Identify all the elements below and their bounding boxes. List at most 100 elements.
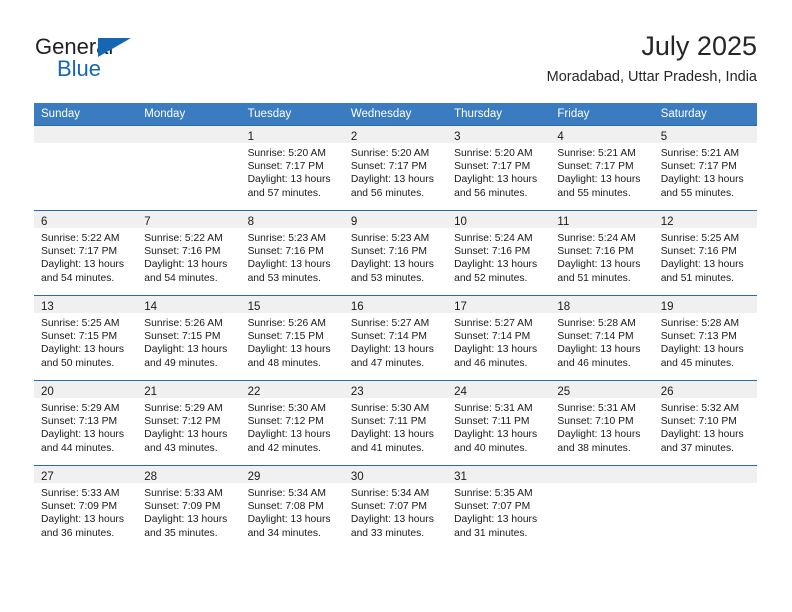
sunrise-text: Sunrise: 5:30 AM bbox=[247, 403, 326, 414]
day-details: Sunrise: 5:22 AM Sunset: 7:17 PM Daylight:… bbox=[34, 228, 137, 285]
daylight-text: Daylight: 13 hours and 54 minutes. bbox=[144, 259, 228, 284]
day-number-band: 9 bbox=[343, 211, 448, 228]
day-number: 1 bbox=[247, 131, 254, 143]
day-cell-content: 10 Sunrise: 5:24 AM Sunset: 7:16 PM Dayligh… bbox=[447, 211, 551, 295]
calendar-week-row: 27 Sunrise: 5:33 AM Sunset: 7:09 PM Dayligh… bbox=[34, 465, 757, 550]
day-number-band: 5 bbox=[653, 126, 757, 143]
daylight-text: Daylight: 13 hours and 55 minutes. bbox=[557, 174, 641, 199]
day-cell-content: 26 Sunrise: 5:32 AM Sunset: 7:10 PM Dayligh… bbox=[653, 381, 757, 465]
daylight-text: Daylight: 13 hours and 47 minutes. bbox=[350, 344, 434, 369]
calendar-empty-cell bbox=[550, 465, 654, 550]
calendar-day-cell[interactable]: 3 Sunrise: 5:20 AM Sunset: 7:17 PM Daylight… bbox=[447, 125, 551, 211]
day-cell-content: 16 Sunrise: 5:27 AM Sunset: 7:14 PM Dayligh… bbox=[343, 296, 448, 380]
day-cell-content bbox=[550, 466, 654, 550]
day-details: Sunrise: 5:25 AM Sunset: 7:16 PM Daylight:… bbox=[654, 228, 757, 285]
day-details: Sunrise: 5:33 AM Sunset: 7:09 PM Daylight:… bbox=[137, 483, 240, 540]
calendar-day-cell[interactable]: 23 Sunrise: 5:30 AM Sunset: 7:11 PM Dayligh… bbox=[343, 380, 448, 466]
day-number-band: 6 bbox=[34, 211, 138, 228]
calendar-day-cell[interactable]: 22 Sunrise: 5:30 AM Sunset: 7:12 PM Dayligh… bbox=[240, 380, 344, 466]
calendar-day-cell[interactable]: 24 Sunrise: 5:31 AM Sunset: 7:11 PM Dayligh… bbox=[447, 380, 551, 466]
calendar-day-cell[interactable]: 13 Sunrise: 5:25 AM Sunset: 7:15 PM Dayligh… bbox=[34, 295, 138, 381]
calendar-page: General Blue July 2025 Moradabad, Uttar … bbox=[0, 0, 792, 612]
weekday-header-saturday: Saturday bbox=[653, 103, 757, 126]
sunrise-text: Sunrise: 5:23 AM bbox=[350, 233, 430, 244]
calendar-day-cell[interactable]: 18 Sunrise: 5:28 AM Sunset: 7:14 PM Dayligh… bbox=[550, 295, 654, 381]
day-cell-content: 4 Sunrise: 5:21 AM Sunset: 7:17 PM Daylight… bbox=[550, 126, 654, 210]
calendar-day-cell[interactable]: 1 Sunrise: 5:20 AM Sunset: 7:17 PM Daylight… bbox=[240, 125, 344, 211]
calendar-day-cell[interactable]: 29 Sunrise: 5:34 AM Sunset: 7:08 PM Dayligh… bbox=[240, 465, 344, 550]
day-cell-content: 5 Sunrise: 5:21 AM Sunset: 7:17 PM Daylight… bbox=[653, 126, 757, 210]
calendar-day-cell[interactable]: 16 Sunrise: 5:27 AM Sunset: 7:14 PM Dayligh… bbox=[343, 295, 448, 381]
calendar-week-row: 20 Sunrise: 5:29 AM Sunset: 7:13 PM Dayligh… bbox=[34, 380, 757, 466]
day-number-band: 10 bbox=[447, 211, 551, 228]
day-details: Sunrise: 5:24 AM Sunset: 7:16 PM Daylight:… bbox=[447, 228, 550, 285]
sunset-text: Sunset: 7:11 PM bbox=[454, 416, 530, 428]
day-details: Sunrise: 5:29 AM Sunset: 7:13 PM Daylight:… bbox=[34, 398, 137, 455]
sunrise-text: Sunrise: 5:23 AM bbox=[247, 233, 326, 244]
calendar-day-cell[interactable]: 20 Sunrise: 5:29 AM Sunset: 7:13 PM Dayligh… bbox=[34, 380, 138, 466]
day-details: Sunrise: 5:26 AM Sunset: 7:15 PM Daylight:… bbox=[137, 313, 240, 370]
day-details: Sunrise: 5:21 AM Sunset: 7:17 PM Daylight:… bbox=[550, 143, 653, 200]
day-cell-content: 14 Sunrise: 5:26 AM Sunset: 7:15 PM Dayligh… bbox=[137, 296, 241, 380]
calendar-table: Sunday Monday Tuesday Wednesday Thursday… bbox=[34, 103, 757, 550]
calendar-day-cell[interactable]: 28 Sunrise: 5:33 AM Sunset: 7:09 PM Dayligh… bbox=[137, 465, 241, 550]
weekday-header-thursday: Thursday bbox=[447, 103, 551, 126]
day-cell-content bbox=[653, 466, 757, 550]
calendar-day-cell[interactable]: 30 Sunrise: 5:34 AM Sunset: 7:07 PM Dayligh… bbox=[343, 465, 448, 550]
calendar-day-cell[interactable]: 2 Sunrise: 5:20 AM Sunset: 7:17 PM Daylight… bbox=[343, 125, 448, 211]
day-cell-content: 2 Sunrise: 5:20 AM Sunset: 7:17 PM Daylight… bbox=[343, 126, 448, 210]
calendar-day-cell[interactable]: 14 Sunrise: 5:26 AM Sunset: 7:15 PM Dayligh… bbox=[137, 295, 241, 381]
sunset-text: Sunset: 7:17 PM bbox=[247, 161, 324, 173]
calendar-day-cell[interactable]: 17 Sunrise: 5:27 AM Sunset: 7:14 PM Dayligh… bbox=[447, 295, 551, 381]
day-cell-content: 24 Sunrise: 5:31 AM Sunset: 7:11 PM Dayligh… bbox=[447, 381, 551, 465]
calendar-day-cell[interactable]: 12 Sunrise: 5:25 AM Sunset: 7:16 PM Dayligh… bbox=[653, 210, 757, 296]
calendar-week-row: 1 Sunrise: 5:20 AM Sunset: 7:17 PM Daylight… bbox=[34, 125, 757, 211]
day-details: Sunrise: 5:27 AM Sunset: 7:14 PM Daylight:… bbox=[344, 313, 447, 370]
calendar-day-cell[interactable]: 7 Sunrise: 5:22 AM Sunset: 7:16 PM Daylight… bbox=[137, 210, 241, 296]
calendar-day-cell[interactable]: 25 Sunrise: 5:31 AM Sunset: 7:10 PM Dayligh… bbox=[550, 380, 654, 466]
calendar-day-cell[interactable]: 11 Sunrise: 5:24 AM Sunset: 7:16 PM Dayligh… bbox=[550, 210, 654, 296]
calendar-day-cell[interactable]: 6 Sunrise: 5:22 AM Sunset: 7:17 PM Daylight… bbox=[34, 210, 138, 296]
day-number: 15 bbox=[247, 301, 261, 313]
daylight-text: Daylight: 13 hours and 56 minutes. bbox=[454, 174, 538, 199]
sunrise-text: Sunrise: 5:22 AM bbox=[144, 233, 223, 244]
day-details: Sunrise: 5:22 AM Sunset: 7:16 PM Daylight:… bbox=[137, 228, 240, 285]
daylight-text: Daylight: 13 hours and 33 minutes. bbox=[350, 514, 434, 539]
calendar-day-cell[interactable]: 9 Sunrise: 5:23 AM Sunset: 7:16 PM Daylight… bbox=[343, 210, 448, 296]
sunset-text: Sunset: 7:07 PM bbox=[350, 501, 427, 513]
daylight-text: Daylight: 13 hours and 37 minutes. bbox=[660, 429, 744, 454]
sunrise-text: Sunrise: 5:29 AM bbox=[144, 403, 223, 414]
day-cell-content: 22 Sunrise: 5:30 AM Sunset: 7:12 PM Dayligh… bbox=[240, 381, 344, 465]
calendar-day-cell[interactable]: 27 Sunrise: 5:33 AM Sunset: 7:09 PM Dayligh… bbox=[34, 465, 138, 550]
daylight-text: Daylight: 13 hours and 56 minutes. bbox=[350, 174, 434, 199]
daylight-text: Daylight: 13 hours and 44 minutes. bbox=[41, 429, 124, 454]
sunset-text: Sunset: 7:16 PM bbox=[350, 246, 427, 258]
weekday-header-friday: Friday bbox=[550, 103, 654, 126]
day-number: 8 bbox=[247, 216, 254, 228]
day-details: Sunrise: 5:32 AM Sunset: 7:10 PM Daylight:… bbox=[654, 398, 757, 455]
calendar-day-cell[interactable]: 31 Sunrise: 5:35 AM Sunset: 7:07 PM Dayligh… bbox=[447, 465, 551, 550]
day-number: 14 bbox=[144, 301, 158, 313]
calendar-day-cell[interactable]: 19 Sunrise: 5:28 AM Sunset: 7:13 PM Dayligh… bbox=[653, 295, 757, 381]
calendar-day-cell[interactable]: 8 Sunrise: 5:23 AM Sunset: 7:16 PM Daylight… bbox=[240, 210, 344, 296]
sunrise-text: Sunrise: 5:28 AM bbox=[557, 318, 636, 329]
day-number-band: 17 bbox=[447, 296, 551, 313]
sunrise-text: Sunrise: 5:35 AM bbox=[454, 488, 533, 499]
day-cell-content: 29 Sunrise: 5:34 AM Sunset: 7:08 PM Dayligh… bbox=[240, 466, 344, 550]
day-details: Sunrise: 5:20 AM Sunset: 7:17 PM Daylight:… bbox=[241, 143, 344, 200]
day-number: 5 bbox=[660, 131, 668, 143]
sunset-text: Sunset: 7:14 PM bbox=[350, 331, 427, 343]
sunrise-text: Sunrise: 5:25 AM bbox=[41, 318, 120, 329]
calendar-day-cell[interactable]: 15 Sunrise: 5:26 AM Sunset: 7:15 PM Dayligh… bbox=[240, 295, 344, 381]
day-cell-content: 31 Sunrise: 5:35 AM Sunset: 7:07 PM Dayligh… bbox=[447, 466, 551, 550]
calendar-day-cell[interactable]: 21 Sunrise: 5:29 AM Sunset: 7:12 PM Dayligh… bbox=[137, 380, 241, 466]
day-cell-content: 12 Sunrise: 5:25 AM Sunset: 7:16 PM Dayligh… bbox=[653, 211, 757, 295]
sunset-text: Sunset: 7:16 PM bbox=[660, 246, 737, 258]
day-number: 27 bbox=[41, 471, 54, 483]
day-number-band: 4 bbox=[550, 126, 654, 143]
calendar-day-cell[interactable]: 4 Sunrise: 5:21 AM Sunset: 7:17 PM Daylight… bbox=[550, 125, 654, 211]
calendar-day-cell[interactable]: 5 Sunrise: 5:21 AM Sunset: 7:17 PM Daylight… bbox=[653, 125, 757, 211]
weekday-header-tuesday: Tuesday bbox=[240, 103, 344, 126]
calendar-day-cell[interactable]: 10 Sunrise: 5:24 AM Sunset: 7:16 PM Dayligh… bbox=[447, 210, 551, 296]
calendar-day-cell[interactable]: 26 Sunrise: 5:32 AM Sunset: 7:10 PM Dayligh… bbox=[653, 380, 757, 466]
